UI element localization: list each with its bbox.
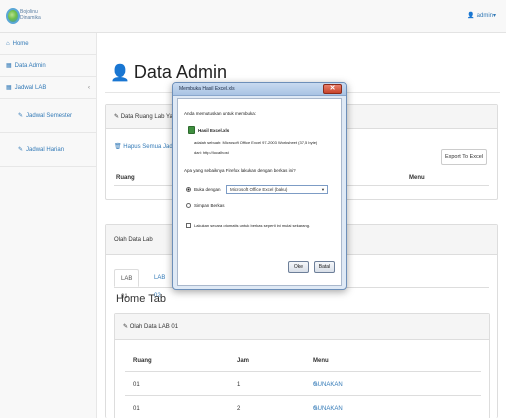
sidebar: ⌂ Home ▦ Data Admin ▦ Jadwal LAB ‹ ✎ Jadwal …: [0, 33, 97, 418]
dropdown-arrow-icon: ▼: [321, 187, 325, 192]
dialog-body: Anda memutuskan untuk membuka: Hasil Exc…: [177, 98, 342, 286]
user-name: admin: [476, 13, 493, 19]
chevron-left-icon: ‹: [88, 85, 90, 91]
panel-heading-text: Data Ruang Lab Yang: [120, 114, 180, 120]
column-header-ruang: Ruang: [133, 358, 152, 364]
column-header-jam: Jam: [237, 358, 250, 364]
top-navbar: Bojolinu Dinamika 👤 admin▾: [0, 0, 506, 33]
inner-panel-heading: ✎ Olah Data LAB 01: [115, 314, 489, 340]
caret-down-icon: ▾: [492, 13, 496, 19]
edit-icon: ✎: [123, 324, 130, 330]
excel-file-icon: [188, 126, 195, 134]
edit-icon: ✎: [18, 147, 24, 153]
dialog-file-source: dari: http://localhost: [194, 150, 229, 155]
edit-icon: ✎: [18, 113, 24, 119]
table-row: 01 1 ✎ GUNAKAN: [125, 374, 481, 396]
inner-heading-text: Olah Data LAB 01: [129, 324, 179, 330]
sidebar-item-label: Jadwal Semester: [26, 113, 73, 119]
dialog-file-type: adalah sebuah: Microsoft Office Excel 97…: [194, 140, 318, 145]
sidebar-item-jadwal-semester[interactable]: ✎ Jadwal Semester: [0, 99, 96, 133]
column-header-menu: Menu: [409, 175, 425, 181]
cell-ruang: 01: [133, 406, 140, 412]
ok-button[interactable]: Oke: [288, 261, 309, 273]
open-with-select[interactable]: Microsoft Office Excel (baku) ▼: [226, 185, 328, 194]
app-logo[interactable]: Bojolinu Dinamika: [6, 6, 41, 28]
table-header-row: Ruang Jam Menu: [125, 350, 481, 372]
user-icon: 👤: [110, 65, 130, 82]
trash-icon: 🗑: [114, 144, 124, 150]
open-with-radio[interactable]: [186, 187, 191, 192]
gunakan-label: GUNAKAN: [313, 406, 343, 412]
cell-jam: 1: [237, 382, 241, 388]
tab-lab-02[interactable]: LAB 02: [148, 269, 171, 299]
column-header-ruang: Ruang: [116, 175, 135, 181]
dialog-question: Apa yang sebaiknya Firefox lakukan denga…: [184, 168, 296, 173]
tab-lab-01[interactable]: LAB 01: [114, 269, 140, 300]
tab-heading: Home Tab: [116, 293, 166, 305]
table-icon: ▦: [6, 63, 12, 69]
dialog-title: Membuka Hasil Excel.xls: [179, 86, 235, 92]
sidebar-item-jadwal-lab[interactable]: ▦ Jadwal LAB ‹: [0, 77, 96, 99]
user-icon: 👤: [467, 13, 475, 19]
auto-action-checkbox[interactable]: [186, 223, 191, 228]
open-with-value: Microsoft Office Excel (baku): [230, 187, 288, 192]
sidebar-item-label: Data Admin: [14, 63, 46, 69]
page-title: 👤 Data Admin: [110, 62, 227, 83]
dialog-intro: Anda memutuskan untuk membuka:: [184, 111, 257, 116]
table-icon: ▦: [6, 85, 12, 91]
table-row: 01 2 ✎ GUNAKAN: [125, 398, 481, 418]
sidebar-item-jadwal-harian[interactable]: ✎ Jadwal Harian: [0, 133, 96, 167]
edit-icon: ✎: [114, 114, 121, 120]
cell-jam: 2: [237, 406, 241, 412]
open-file-dialog: Membuka Hasil Excel.xls ✕ Anda memutuska…: [172, 82, 347, 290]
dialog-file-name: Hasil Excel.xls: [198, 128, 230, 133]
sidebar-item-home[interactable]: ⌂ Home: [0, 33, 96, 55]
sidebar-item-data-admin[interactable]: ▦ Data Admin: [0, 55, 96, 77]
logo-emblem-icon: [6, 8, 20, 24]
sidebar-item-label: Home: [12, 41, 29, 47]
home-icon: ⌂: [6, 41, 10, 47]
cancel-button[interactable]: Batal: [314, 261, 335, 273]
export-excel-button[interactable]: Export To Excel: [441, 149, 487, 165]
dialog-titlebar[interactable]: Membuka Hasil Excel.xls ✕: [173, 83, 346, 96]
sidebar-item-label: Jadwal Harian: [26, 147, 65, 153]
hapus-link-text: Hapus Semua Jadw: [123, 144, 177, 150]
page-title-text: Data Admin: [133, 62, 227, 82]
hapus-semua-link[interactable]: 🗑 Hapus Semua Jadw: [114, 143, 177, 150]
olah-data-lab01-panel: ✎ Olah Data LAB 01 Ruang Jam Menu 01 1 ✎…: [114, 313, 490, 418]
cell-ruang: 01: [133, 382, 140, 388]
auto-action-label: Lakukan secara otomatis untuk berkas sep…: [194, 223, 311, 228]
logo-text: Bojolinu Dinamika: [20, 9, 41, 21]
save-file-label: Simpan Berkas: [194, 203, 225, 208]
open-with-label: Buka dengan: [194, 187, 221, 192]
gunakan-label: GUNAKAN: [313, 382, 343, 388]
save-file-radio[interactable]: [186, 203, 191, 208]
column-header-menu: Menu: [313, 358, 329, 364]
user-menu-toggle[interactable]: 👤 admin▾: [467, 12, 496, 19]
dialog-close-button[interactable]: ✕: [323, 84, 342, 94]
sidebar-item-label: Jadwal LAB: [14, 85, 47, 91]
